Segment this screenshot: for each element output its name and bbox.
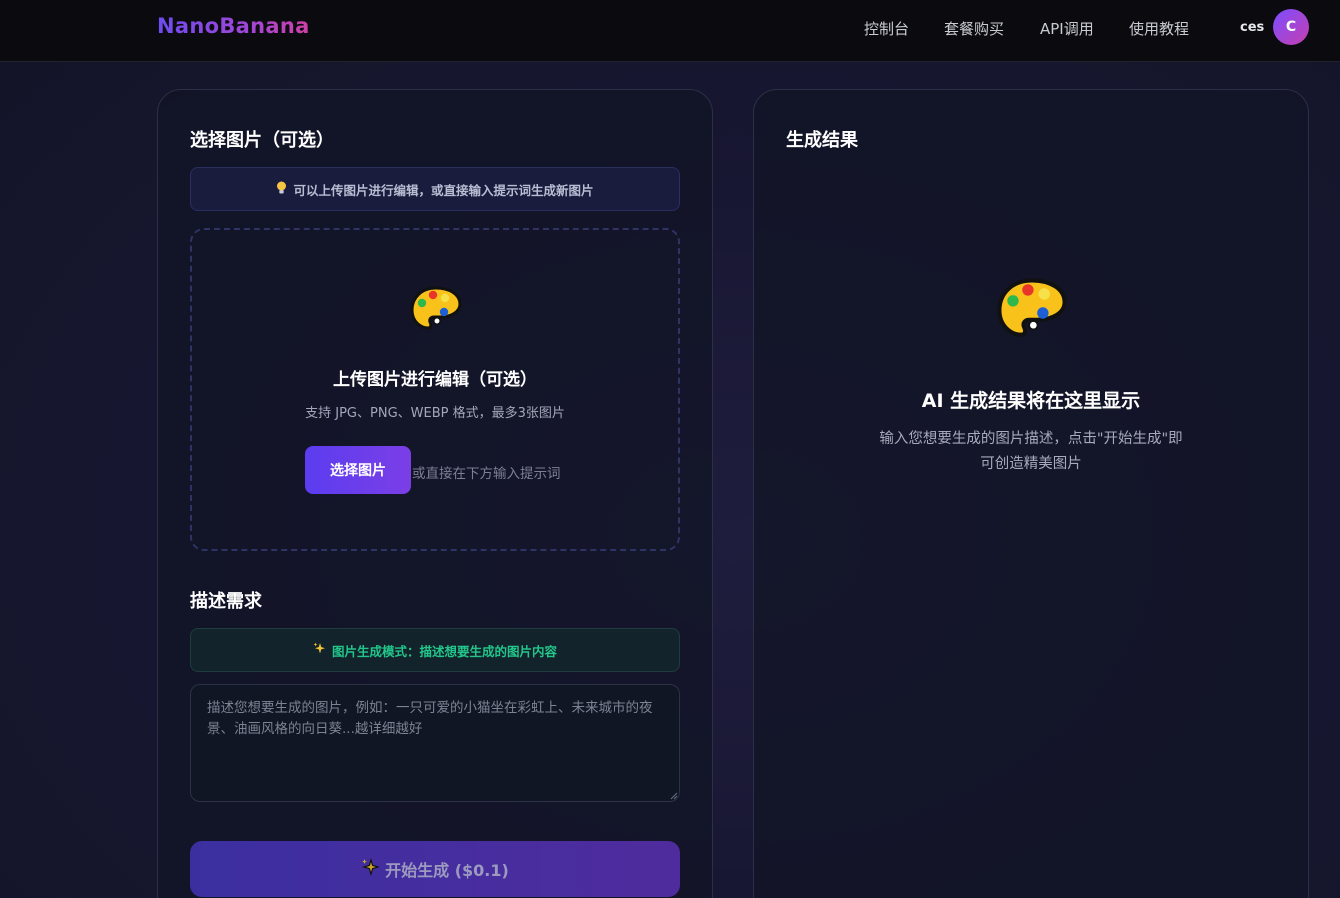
palette-icon bbox=[410, 286, 462, 330]
username[interactable]: ces bbox=[1240, 20, 1264, 35]
palette-icon bbox=[997, 278, 1067, 337]
upload-dropzone[interactable]: 上传图片进行编辑（可选） 支持 JPG、PNG、WEBP 格式，最多3张图片 选… bbox=[190, 228, 680, 551]
nav-api[interactable]: API调用 bbox=[1040, 18, 1094, 39]
upload-hint: 可以上传图片进行编辑，或直接输入提示词生成新图片 bbox=[190, 167, 680, 211]
nav-plans[interactable]: 套餐购买 bbox=[944, 18, 1004, 39]
input-panel: 选择图片（可选） 可以上传图片进行编辑，或直接输入提示词生成新图片 上传图片进行… bbox=[157, 89, 713, 898]
main-nav: 控制台 套餐购买 API调用 使用教程 bbox=[0, 18, 1340, 38]
sparkles-icon bbox=[361, 857, 381, 880]
result-panel: 生成结果 AI 生成结果将在这里显示 输入您想要生成的图片描述，点击"开始生成"… bbox=[753, 89, 1309, 898]
generate-button-label: 开始生成 ($0.1) bbox=[385, 861, 509, 880]
or-text: 或直接在下方输入提示词 bbox=[412, 466, 561, 482]
avatar[interactable]: C bbox=[1273, 9, 1309, 45]
generate-button[interactable]: 开始生成 ($0.1) bbox=[190, 841, 680, 897]
mode-hint-text: 图片生成模式：描述想要生成的图片内容 bbox=[331, 643, 557, 659]
result-placeholder-title: AI 生成结果将在这里显示 bbox=[921, 390, 1141, 412]
dropzone-title: 上传图片进行编辑（可选） bbox=[333, 370, 537, 390]
prompt-textarea[interactable] bbox=[190, 684, 680, 802]
describe-section-title: 描述需求 bbox=[190, 591, 262, 612]
resize-grip-icon[interactable] bbox=[668, 790, 678, 800]
dropzone-subtitle: 支持 JPG、PNG、WEBP 格式，最多3张图片 bbox=[305, 406, 565, 421]
upload-section-title: 选择图片（可选） bbox=[190, 130, 334, 151]
result-placeholder-desc: 输入您想要生成的图片描述，点击"开始生成"即可创造精美图片 bbox=[879, 431, 1183, 472]
nav-tutorial[interactable]: 使用教程 bbox=[1129, 18, 1189, 39]
choose-image-button[interactable]: 选择图片 bbox=[305, 446, 411, 494]
sparkles-icon bbox=[313, 642, 326, 658]
mode-hint: 图片生成模式：描述想要生成的图片内容 bbox=[190, 628, 680, 672]
lightbulb-icon bbox=[276, 181, 287, 198]
nav-dashboard[interactable]: 控制台 bbox=[864, 18, 909, 39]
upload-hint-text: 可以上传图片进行编辑，或直接输入提示词生成新图片 bbox=[293, 182, 594, 198]
result-section-title: 生成结果 bbox=[786, 130, 858, 151]
top-bar: NanoBanana 控制台 套餐购买 API调用 使用教程 ces C bbox=[0, 0, 1340, 62]
